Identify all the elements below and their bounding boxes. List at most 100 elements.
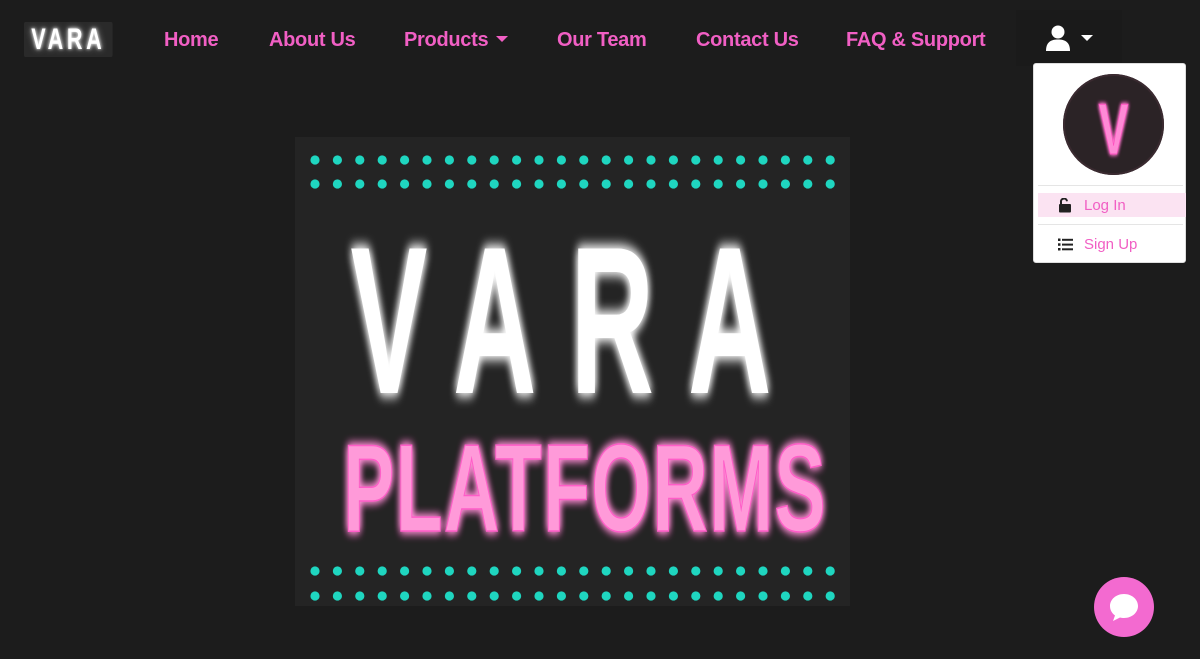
- dot-pattern-top: [310, 155, 835, 189]
- decor-dot: [780, 591, 790, 601]
- decor-dot: [556, 566, 566, 576]
- decor-dot: [668, 179, 678, 189]
- unlock-icon: [1058, 197, 1080, 213]
- nav-team-link[interactable]: Our Team: [557, 28, 647, 52]
- nav-products-dropdown[interactable]: Products: [404, 28, 509, 52]
- hero-subtitle: PLATFORMS: [343, 419, 827, 557]
- decor-dot: [601, 155, 611, 165]
- decor-dot: [825, 179, 835, 189]
- decor-dot: [579, 155, 589, 165]
- decor-dot: [489, 179, 499, 189]
- decor-dot: [512, 179, 522, 189]
- decor-dot: [332, 566, 342, 576]
- decor-dot: [489, 566, 499, 576]
- avatar: V: [1063, 74, 1164, 175]
- decor-dot: [355, 591, 365, 601]
- signup-label: Sign Up: [1084, 235, 1138, 253]
- decor-dot: [512, 566, 522, 576]
- decor-dot: [646, 591, 656, 601]
- decor-dot: [803, 566, 813, 576]
- nav-faq-link[interactable]: FAQ & Support: [846, 28, 986, 52]
- nav-about-link[interactable]: About Us: [269, 28, 356, 52]
- decor-dot: [736, 591, 746, 601]
- decor-dot: [691, 179, 701, 189]
- decor-dot: [556, 591, 566, 601]
- decor-dot: [422, 179, 432, 189]
- avatar-letter: V: [1099, 89, 1129, 170]
- decor-dot: [758, 155, 768, 165]
- decor-dot: [355, 566, 365, 576]
- decor-dot: [444, 566, 454, 576]
- chat-bubble-icon: [1110, 594, 1138, 621]
- decor-dot: [736, 179, 746, 189]
- signup-menu-item[interactable]: Sign Up: [1038, 232, 1186, 256]
- decor-dot: [825, 566, 835, 576]
- decor-dot: [444, 155, 454, 165]
- decor-dot: [601, 566, 611, 576]
- decor-dot: [534, 566, 544, 576]
- decor-dot: [803, 591, 813, 601]
- decor-dot: [579, 179, 589, 189]
- decor-dot: [668, 155, 678, 165]
- login-label: Log In: [1084, 196, 1126, 214]
- decor-dot: [825, 155, 835, 165]
- decor-dot: [444, 179, 454, 189]
- decor-dot: [422, 591, 432, 601]
- decor-dot: [467, 179, 477, 189]
- decor-dot: [780, 155, 790, 165]
- decor-dot: [601, 179, 611, 189]
- user-icon: [1046, 25, 1070, 51]
- decor-dot: [758, 566, 768, 576]
- hero-title: VARA: [350, 203, 805, 437]
- decor-dot: [780, 179, 790, 189]
- decor-dot: [803, 155, 813, 165]
- decor-dot: [668, 566, 678, 576]
- decor-dot: [467, 155, 477, 165]
- nav-home-link[interactable]: Home: [164, 28, 219, 52]
- decor-dot: [489, 591, 499, 601]
- decor-dot: [355, 155, 365, 165]
- decor-dot: [825, 591, 835, 601]
- decor-dot: [422, 566, 432, 576]
- decor-dot: [713, 566, 723, 576]
- decor-dot: [736, 566, 746, 576]
- decor-dot: [601, 591, 611, 601]
- decor-dot: [400, 179, 410, 189]
- decor-dot: [422, 155, 432, 165]
- user-menu-toggle[interactable]: [1016, 10, 1122, 66]
- decor-dot: [377, 155, 387, 165]
- decor-dot: [803, 179, 813, 189]
- decor-dot: [310, 155, 320, 165]
- decor-dot: [400, 566, 410, 576]
- dropdown-divider: [1038, 224, 1183, 225]
- user-dropdown-menu: V Log In Sign Up: [1033, 63, 1186, 263]
- chat-button[interactable]: [1094, 577, 1154, 637]
- decor-dot: [624, 155, 634, 165]
- decor-dot: [579, 591, 589, 601]
- decor-dot: [444, 591, 454, 601]
- decor-dot: [400, 155, 410, 165]
- decor-dot: [332, 591, 342, 601]
- decor-dot: [646, 566, 656, 576]
- decor-dot: [534, 179, 544, 189]
- decor-dot: [624, 566, 634, 576]
- decor-dot: [512, 155, 522, 165]
- decor-dot: [691, 566, 701, 576]
- decor-dot: [332, 155, 342, 165]
- decor-dot: [758, 179, 768, 189]
- decor-dot: [467, 566, 477, 576]
- decor-dot: [310, 591, 320, 601]
- brand-logo-text: VARA: [31, 22, 106, 56]
- decor-dot: [668, 591, 678, 601]
- decor-dot: [579, 566, 589, 576]
- login-menu-item[interactable]: Log In: [1038, 193, 1186, 217]
- decor-dot: [400, 591, 410, 601]
- nav-products-label: Products: [404, 29, 489, 51]
- decor-dot: [713, 591, 723, 601]
- dot-pattern-bottom: [310, 566, 835, 601]
- decor-dot: [332, 179, 342, 189]
- nav-contact-link[interactable]: Contact Us: [696, 28, 799, 52]
- chevron-down-icon: [496, 36, 509, 42]
- brand-logo[interactable]: VARA: [24, 22, 113, 57]
- decor-dot: [310, 179, 320, 189]
